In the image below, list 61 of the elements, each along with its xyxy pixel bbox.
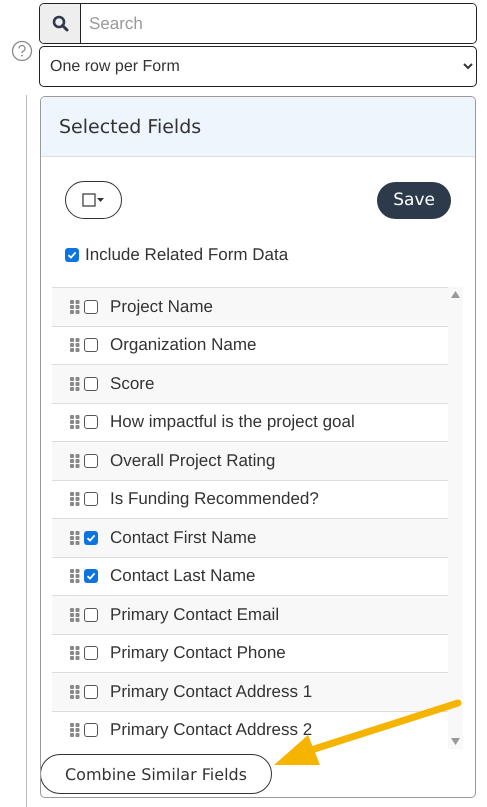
search-icon [52, 15, 68, 32]
field-row[interactable]: Score [52, 365, 448, 404]
drag-handle-icon[interactable] [70, 415, 80, 430]
combine-button[interactable]: Combine Similar Fields [41, 754, 272, 794]
field-label: Is Funding Recommended? [110, 489, 319, 510]
mode-select[interactable]: One row per Form [39, 46, 477, 87]
checkbox[interactable] [84, 492, 98, 506]
field-row[interactable]: Contact First Name [52, 519, 448, 558]
drag-handle-icon[interactable] [70, 376, 80, 391]
field-row[interactable]: Project Name [52, 288, 448, 326]
checkbox-caret-icon [82, 193, 106, 207]
save-button[interactable]: Save [377, 182, 451, 218]
field-row[interactable]: Primary Contact Email [52, 596, 448, 634]
scrollbar[interactable] [448, 287, 463, 749]
drag-handle-icon[interactable] [70, 723, 80, 738]
checkbox[interactable] [84, 415, 98, 430]
field-label: Organization Name [110, 335, 256, 356]
drag-handle-icon[interactable] [70, 338, 80, 352]
scroll-up-icon[interactable] [451, 291, 460, 298]
field-label: Contact Last Name [110, 566, 256, 586]
field-label: Primary Contact Address 2 [110, 720, 312, 740]
drag-handle-icon[interactable] [70, 530, 80, 545]
checkbox[interactable] [84, 338, 98, 352]
field-row[interactable]: How impactful is the project goal [52, 404, 448, 442]
checkbox-label: Include Related Form Data [85, 245, 288, 265]
checkbox[interactable] [84, 646, 98, 660]
checkbox[interactable] [84, 376, 98, 391]
field-row[interactable]: Contact Last Name [52, 558, 448, 596]
field-row[interactable]: Overall Project Rating [52, 442, 448, 480]
checkbox[interactable] [84, 684, 98, 699]
checkbox[interactable] [84, 530, 98, 545]
checkbox[interactable] [65, 248, 79, 262]
checkbox[interactable] [84, 723, 98, 738]
select-dropdown-button[interactable] [65, 181, 122, 219]
field-label: Primary Contact Email [110, 604, 280, 625]
field-label: Primary Contact Phone [110, 643, 286, 664]
drag-handle-icon[interactable] [70, 300, 80, 314]
drag-handle-icon[interactable] [70, 646, 80, 660]
scroll-down-icon[interactable] [451, 738, 460, 745]
field-row[interactable]: Primary Contact Address 1 [52, 673, 448, 712]
checkbox[interactable] [84, 454, 98, 468]
drag-handle-icon[interactable] [70, 684, 80, 699]
help-icon[interactable] [11, 40, 33, 62]
field-label: Primary Contact Address 1 [110, 682, 312, 702]
drag-handle-icon[interactable] [70, 569, 80, 584]
field-label: Overall Project Rating [110, 450, 276, 471]
field-label: How impactful is the project goal [110, 412, 355, 432]
field-row[interactable]: Is Funding Recommended? [52, 480, 448, 519]
panel-title: Selected Fields [41, 97, 475, 157]
field-label: Project Name [110, 296, 213, 317]
field-label: Contact First Name [110, 528, 256, 548]
drag-handle-icon[interactable] [70, 454, 80, 468]
field-row[interactable]: Organization Name [52, 326, 448, 365]
drag-handle-icon[interactable] [70, 608, 80, 622]
checkbox[interactable] [84, 608, 98, 622]
field-label: Score [110, 374, 154, 394]
drag-handle-icon[interactable] [70, 492, 80, 506]
checkbox[interactable] [84, 569, 98, 584]
field-row[interactable]: Primary Contact Phone [52, 634, 448, 673]
search-field[interactable]: Search [39, 3, 477, 44]
checkbox[interactable] [84, 300, 98, 314]
